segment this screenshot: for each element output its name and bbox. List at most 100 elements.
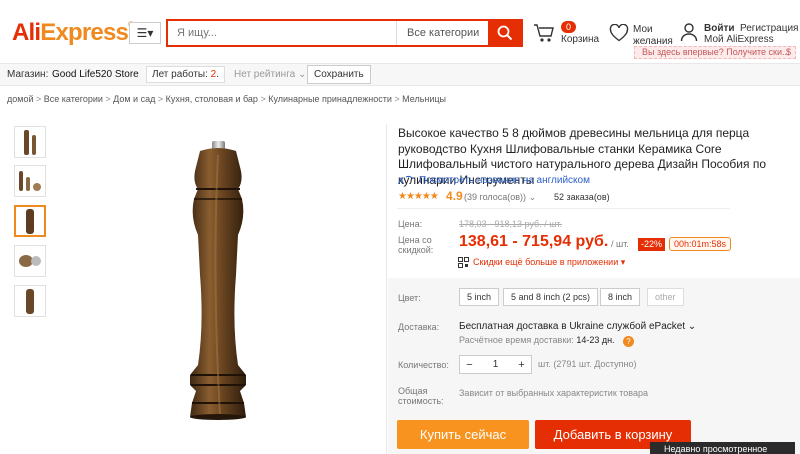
quantity-input[interactable]: 1	[479, 356, 512, 373]
breadcrumb-cookware[interactable]: Кулинарные принадлежности	[268, 94, 392, 104]
original-price: 178,03 - 918,13 руб. / шт.	[459, 219, 563, 229]
chevron-down-icon: ⌄	[297, 69, 307, 80]
new-user-promo-banner[interactable]: Вы здесь впервые? Получите ски... $	[634, 46, 796, 59]
store-years-badge: Лет работы: 2.	[146, 66, 226, 83]
search-icon	[497, 25, 512, 41]
product-thumbnail[interactable]	[14, 126, 46, 158]
search-category-label: Все категории	[407, 27, 480, 39]
caret-down-icon: ▾	[620, 257, 626, 267]
pepper-mill-set-image	[19, 171, 41, 191]
app-discount-link[interactable]: Скидки ещё больше в приложении ▾	[473, 257, 625, 268]
cart-label[interactable]: Корзина	[561, 34, 599, 45]
store-years-dot: .	[216, 69, 220, 80]
pepper-mill-thumbnail-image	[24, 130, 36, 155]
promo-text: Вы здесь впервые? Получите ски...	[642, 47, 790, 57]
breadcrumb-home[interactable]: домой	[7, 94, 33, 104]
store-rating-dropdown[interactable]: Нет рейтинга ⌄	[234, 69, 306, 80]
hamburger-icon: ☰▾	[136, 26, 154, 40]
chevron-down-icon: ⌄	[687, 321, 697, 332]
sale-timer: 00h:01m:58s	[669, 237, 732, 251]
rating-stars: ★★★★★	[398, 191, 439, 202]
search-bar: Все категории	[166, 19, 523, 47]
product-thumbnail[interactable]	[14, 245, 46, 277]
delivery-time: Расчётное время доставки: 14-23 дн.	[459, 335, 615, 345]
column-divider	[386, 124, 387, 454]
breadcrumb-all-categories[interactable]: Все категории	[44, 94, 103, 104]
color-option-5-and-8-inch[interactable]: 5 and 8 inch (2 pcs)	[503, 288, 599, 306]
breadcrumb-kitchen[interactable]: Кухня, столовая и бар	[166, 94, 258, 104]
heart-icon	[609, 23, 629, 42]
product-main-image[interactable]	[60, 125, 382, 443]
aliexpress-logo[interactable]: AliExpress®	[12, 19, 134, 47]
color-option-8-inch[interactable]: 8 inch	[600, 288, 641, 306]
store-name-link[interactable]: Good Life520 Store	[52, 69, 139, 80]
breadcrumb-separator: >	[155, 94, 166, 104]
search-button[interactable]	[488, 21, 521, 45]
store-rating-label: Нет рейтинга	[234, 69, 296, 80]
divider	[397, 208, 730, 209]
discount-price-label-2: скидкой:	[398, 245, 434, 255]
color-label: Цвет:	[398, 293, 421, 303]
product-thumbnail-selected[interactable]	[14, 205, 46, 237]
breadcrumb-home-garden[interactable]: Дом и сад	[113, 94, 155, 104]
pepper-mill-thumbnail-image	[26, 289, 34, 314]
quantity-stepper: − 1 +	[459, 355, 532, 374]
pepper-mill-image	[190, 141, 246, 420]
pepper-mill-thumbnail-image	[26, 209, 34, 234]
quantity-label: Количество:	[398, 360, 449, 370]
my-aliexpress-link[interactable]: Мой AliExpress	[704, 34, 774, 45]
search-category-select[interactable]: Все категории	[396, 21, 488, 45]
recently-viewed-tab[interactable]: Недавно просмотренное	[650, 442, 795, 454]
product-thumbnail[interactable]	[14, 285, 46, 317]
chevron-down-icon: ⌄	[528, 192, 537, 202]
app-discount-text: Скидки ещё больше в приложении	[473, 257, 619, 267]
save-store-button[interactable]: Сохранить	[307, 65, 371, 84]
color-option-other[interactable]: other	[647, 288, 684, 306]
login-link[interactable]: Войти	[704, 23, 735, 34]
store-years-label: Лет работы:	[152, 69, 208, 80]
breadcrumb-mills: Мельницы	[402, 94, 447, 104]
register-link[interactable]: Регистрация	[740, 23, 798, 34]
translate-icon[interactable]: A	[398, 174, 414, 189]
quantity-plus-button[interactable]: +	[512, 356, 531, 373]
delivery-time-label: Расчётное время доставки:	[459, 335, 574, 345]
discount-badge: -22%	[638, 238, 666, 251]
shipping-label: Доставка:	[398, 322, 440, 332]
rating-score: 4.9	[446, 189, 463, 203]
breadcrumb-separator: >	[102, 94, 114, 104]
shipping-method: Бесплатная доставка в Ukraine службой eP…	[459, 321, 686, 332]
translate-title-link[interactable]: Посмотреть название на английском	[419, 175, 590, 186]
wishlist-label-line1[interactable]: Мои	[633, 24, 653, 35]
user-icon	[680, 23, 698, 42]
total-label-2: стоимость:	[398, 396, 444, 406]
breadcrumb: домой > Все категории > Дом и сад > Кухн…	[7, 94, 446, 104]
cart-icon	[534, 24, 554, 42]
logo-part-ali: Ali	[12, 19, 41, 46]
delivery-time-value: 14-23 дн.	[576, 335, 615, 345]
price-label: Цена:	[398, 219, 423, 229]
color-option-5-inch[interactable]: 5 inch	[459, 288, 500, 306]
logo-part-express: Express	[40, 19, 129, 46]
price-unit: / шт.	[611, 239, 629, 249]
translate-icon-glyph: A	[398, 175, 414, 186]
orders-count: 52 заказа(ов)	[554, 192, 610, 202]
categories-menu-button[interactable]: ☰▾	[129, 22, 161, 44]
svg-text:A: A	[398, 176, 404, 186]
promo-currency: $	[785, 47, 791, 57]
shipping-method-dropdown[interactable]: Бесплатная доставка в Ukraine службой eP…	[459, 321, 696, 332]
wishlist-link[interactable]	[609, 23, 629, 45]
cart-count-badge: 0	[561, 21, 576, 33]
search-input[interactable]	[168, 21, 396, 45]
store-label: Магазин:	[7, 69, 49, 80]
rating-votes-link[interactable]: (39 голоса(ов)) ⌄	[464, 192, 536, 203]
total-price-info: Зависит от выбранных характеристик товар…	[459, 388, 648, 398]
quantity-available: шт. (2791 шт. Доступно)	[538, 359, 637, 369]
buy-now-button[interactable]: Купить сейчас	[397, 420, 529, 449]
discount-price: 138,61 - 715,94 руб.	[459, 233, 609, 250]
cart-link[interactable]	[533, 22, 555, 47]
quantity-minus-button[interactable]: −	[460, 356, 479, 373]
product-thumbnail[interactable]	[14, 165, 46, 197]
account-icon-link[interactable]	[680, 22, 698, 45]
help-icon[interactable]: ?	[623, 336, 634, 347]
rating-votes: (39 голоса(ов))	[464, 192, 527, 202]
